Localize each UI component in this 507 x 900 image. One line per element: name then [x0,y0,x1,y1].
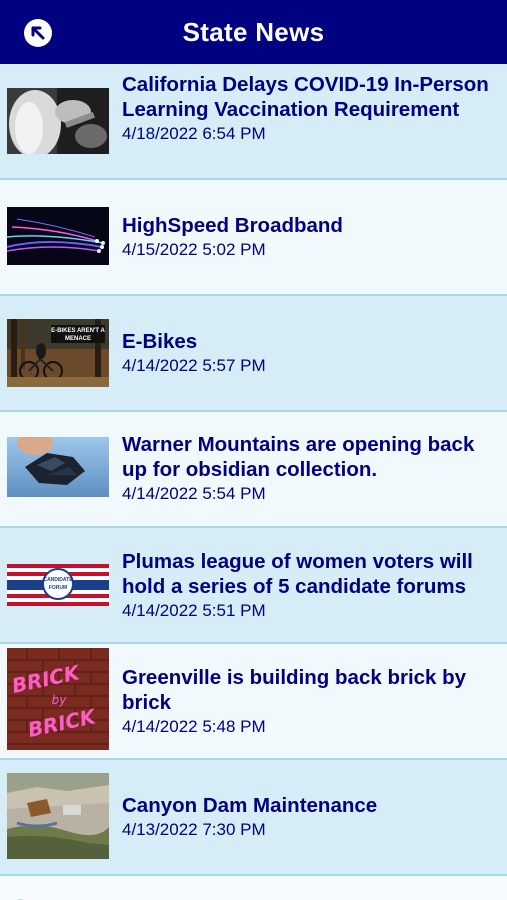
svg-text:E-BIKES AREN'T A: E-BIKES AREN'T A [51,328,105,334]
article-date: 4/14/2022 5:57 PM [122,356,266,375]
article-title: Canyon Dam Maintenance [122,794,378,817]
canyon-dam-thumbnail [7,773,109,859]
article-title: E-Bikes [122,330,198,353]
article-date: 4/15/2022 5:02 PM [122,240,266,259]
fiber-optic-thumbnail [7,207,109,265]
article-title: Greenville is building back brick by bri… [122,666,467,714]
svg-text:MENACE: MENACE [65,336,91,342]
vaccination-thumbnail [7,88,109,154]
obsidian-thumbnail [7,437,109,497]
article-date: 4/14/2022 5:48 PM [122,717,266,736]
news-item-partial[interactable] [0,876,507,900]
brick-by-brick-thumbnail: BRICK by BRICK [7,648,109,750]
article-date: 4/14/2022 5:51 PM [122,601,266,620]
news-item[interactable]: BRICK by BRICK Greenville is building ba… [0,644,507,760]
app-header: State News [0,0,507,64]
svg-text:CANDIDATE: CANDIDATE [43,577,73,583]
e-bike-thumbnail: E-BIKES AREN'T A MENACE [7,319,109,387]
news-item[interactable]: Warner Mountains are opening back up for… [0,412,507,528]
news-item[interactable]: CANDIDATE FORUM Plumas league of women v… [0,528,507,644]
article-date: 4/13/2022 7:30 PM [122,820,266,839]
news-item[interactable]: California Delays COVID-19 In-Person Lea… [0,64,507,180]
news-item[interactable]: E-BIKES AREN'T A MENACE E-Bikes 4/14/202… [0,296,507,412]
article-title: Warner Mountains are opening back up for… [122,433,475,481]
svg-text:FORUM: FORUM [49,585,67,591]
news-list[interactable]: California Delays COVID-19 In-Person Lea… [0,64,507,900]
arrow-up-left-icon [31,26,45,40]
candidate-forum-thumbnail: CANDIDATE FORUM [7,564,109,606]
article-title: California Delays COVID-19 In-Person Lea… [122,73,489,121]
back-button[interactable] [24,19,52,47]
article-title: Plumas league of women voters will hold … [122,550,473,598]
news-item[interactable]: HighSpeed Broadband 4/15/2022 5:02 PM [0,180,507,296]
page-title: State News [182,16,325,47]
svg-text:by: by [52,693,68,707]
article-date: 4/18/2022 6:54 PM [122,124,266,143]
news-item[interactable]: Canyon Dam Maintenance 4/13/2022 7:30 PM [0,760,507,876]
article-date: 4/14/2022 5:54 PM [122,484,266,503]
article-title: HighSpeed Broadband [122,214,343,237]
